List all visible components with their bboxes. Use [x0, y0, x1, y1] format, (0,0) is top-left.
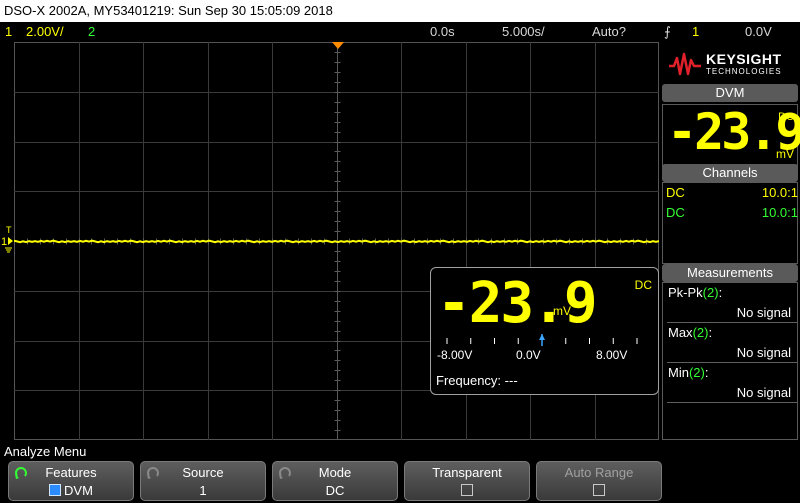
measurement-label-min[interactable]: Min(2): — [668, 365, 708, 380]
measurement-label-pkpk[interactable]: Pk-Pk(2): — [668, 285, 722, 300]
dvm-panel: -23.9 DC mV — [662, 103, 800, 169]
keysight-logo: KEYSIGHT TECHNOLOGIES — [662, 44, 798, 84]
time-scale[interactable]: 5.000s/ — [502, 22, 545, 42]
measurement-value-min: No signal — [736, 385, 791, 400]
measurement-divider — [667, 322, 797, 323]
channel-1-trace — [14, 239, 659, 244]
softkey-transparent-value — [405, 483, 529, 498]
trigger-edge-icon: ⨍ — [664, 24, 671, 39]
info-panel: KEYSIGHT TECHNOLOGIES DVM -23.9 DC mV Ch… — [660, 42, 800, 440]
softkey-mode-value: DC — [325, 483, 345, 498]
trigger-source[interactable]: 1 — [692, 22, 699, 42]
softkey-source[interactable]: Source 1 — [140, 461, 266, 501]
time-delay[interactable]: 0.0s — [430, 22, 455, 42]
channels-panel: DC 10.0:1 DC 10.0:1 — [662, 182, 798, 264]
channel-1-probe: 10.0:1 — [761, 185, 798, 200]
brand-subtitle: TECHNOLOGIES — [706, 67, 782, 76]
dvm-scale-max: 8.00V — [596, 348, 628, 362]
frequency-value: --- — [504, 373, 518, 388]
dvm-overlay-coupling: DC — [634, 278, 652, 292]
measurement-label-max[interactable]: Max(2): — [668, 325, 712, 340]
channel-2-probe: 10.0:1 — [761, 205, 798, 220]
channel-1-scale[interactable]: 2.00V/ — [26, 22, 64, 42]
trigger-mode[interactable]: Auto? — [592, 22, 626, 42]
dvm-checkbox[interactable] — [49, 484, 62, 496]
keysight-wave-icon — [669, 52, 701, 76]
measurement-divider — [667, 402, 797, 403]
softkey-source-label: Source — [182, 465, 224, 480]
dvm-scale-min: -8.00V — [437, 348, 473, 362]
transparent-checkbox[interactable] — [461, 484, 473, 496]
dvm-range-scale — [446, 334, 638, 346]
softkey-mode[interactable]: Mode DC — [272, 461, 398, 501]
softkey-features-label: Features — [45, 465, 97, 480]
softkey-auto-range-value — [537, 483, 661, 498]
softkey-auto-range-label: Auto Range — [564, 465, 634, 480]
measurement-value-max: No signal — [736, 345, 791, 360]
softkey-transparent[interactable]: Transparent — [404, 461, 530, 501]
softkey-auto-range[interactable]: Auto Range — [536, 461, 662, 501]
dvm-overlay: -23.9 mV DC -8.00V 0.0V 8.00V Frequency:… — [430, 267, 659, 395]
dvm-overlay-unit: mV — [553, 304, 571, 318]
trigger-position-marker[interactable] — [332, 42, 344, 50]
channel-1-ground-marker[interactable]: T 1 — [0, 226, 14, 256]
softkey-source-value: 1 — [199, 483, 207, 498]
status-bar: 1 2.00V/ 2 0.0s 5.000s/ Auto? ⨍ 1 0.0V — [0, 22, 800, 42]
window-title: DSO-X 2002A, MY53401219: Sun Sep 30 15:0… — [0, 0, 800, 22]
measurements-panel-header[interactable]: Measurements — [662, 264, 798, 282]
trigger-level[interactable]: 0.0V — [745, 22, 772, 42]
channel-2-indicator[interactable]: 2 — [88, 22, 95, 42]
softkey-features[interactable]: Features DVM — [8, 461, 134, 501]
auto-range-checkbox[interactable] — [593, 484, 605, 496]
svg-text:T: T — [6, 226, 12, 235]
measurements-panel: Pk-Pk(2): No signal Max(2): No signal Mi… — [662, 282, 798, 440]
measurement-divider — [667, 362, 797, 363]
channel-1-indicator[interactable]: 1 — [5, 22, 12, 42]
softkey-features-value: DVM — [9, 483, 133, 498]
menu-title: Analyze Menu — [4, 444, 87, 459]
frequency-label: Frequency: — [436, 373, 502, 388]
dvm-panel-coupling: DC — [778, 111, 794, 123]
channel-2-coupling: DC — [666, 205, 685, 220]
softkey-mode-label: Mode — [318, 465, 352, 480]
measurement-value-pkpk: No signal — [736, 305, 791, 320]
brand-name: KEYSIGHT — [706, 51, 782, 67]
dvm-panel-header[interactable]: DVM — [662, 84, 798, 102]
channel-1-marker-label: 1 — [1, 236, 7, 248]
channels-panel-header[interactable]: Channels — [662, 164, 798, 182]
dvm-overlay-value: -23.9 — [437, 271, 598, 336]
softkey-transparent-label: Transparent — [432, 465, 502, 480]
dvm-scale-mid: 0.0V — [516, 348, 541, 362]
dvm-frequency: Frequency: --- — [436, 373, 518, 388]
dvm-panel-unit: mV — [776, 147, 794, 161]
channel-1-coupling: DC — [666, 185, 685, 200]
